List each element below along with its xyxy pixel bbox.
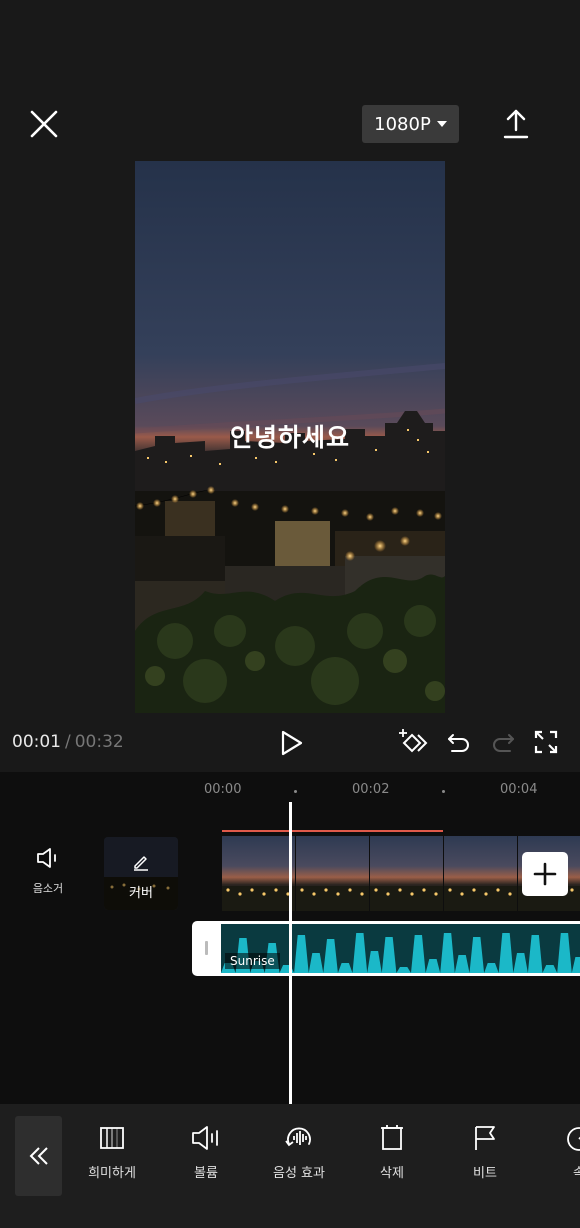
- delete-icon: [381, 1125, 403, 1150]
- caption-text[interactable]: 안녕하세요: [135, 418, 445, 454]
- caret-down-icon: [436, 121, 447, 127]
- mute-label: 음소거: [32, 882, 64, 895]
- video-frame: [370, 836, 443, 911]
- tool-label: 속: [573, 1166, 580, 1181]
- audio-name: Sunrise: [225, 953, 280, 969]
- play-icon: [281, 730, 303, 756]
- playhead[interactable]: [289, 802, 292, 1104]
- timeline-tick: 00:00: [204, 782, 242, 797]
- play-button[interactable]: [279, 729, 305, 757]
- undo-icon: [448, 734, 469, 752]
- tool-label: 음성 효과: [273, 1166, 325, 1181]
- fullscreen-icon: [534, 730, 558, 754]
- add-clip-button[interactable]: [522, 852, 568, 896]
- keyframe-add-icon: [399, 729, 428, 753]
- timeline-tick: 00:02: [352, 782, 390, 797]
- beat-flag-icon: [475, 1126, 495, 1150]
- tool-label: 비트: [473, 1166, 497, 1181]
- video-frame: [222, 836, 295, 911]
- audio-clip: Sunrise: [221, 924, 580, 973]
- timeline-tick: 00:04: [500, 782, 538, 797]
- total-time: 00:32: [74, 732, 124, 752]
- tool-label: 삭제: [380, 1166, 404, 1181]
- audio-track[interactable]: Sunrise: [192, 921, 580, 976]
- tool-speed[interactable]: 속: [539, 1124, 580, 1181]
- audio-trim-handle[interactable]: [205, 941, 208, 955]
- upload-icon: [503, 109, 529, 139]
- volume-icon: [192, 1126, 218, 1150]
- cover-button[interactable]: 커버: [104, 837, 178, 910]
- timeline-tick-dot: [294, 790, 297, 793]
- redo-button[interactable]: [490, 730, 516, 756]
- close-icon: [30, 110, 58, 138]
- trim-indicator-line: [222, 830, 443, 832]
- keyframe-button[interactable]: [397, 728, 429, 758]
- time-separator: /: [65, 732, 71, 752]
- close-button[interactable]: [28, 108, 60, 140]
- undo-button[interactable]: [446, 730, 472, 756]
- collapse-toolbar-button[interactable]: [15, 1116, 62, 1196]
- timeline-tick-dot: [442, 790, 445, 793]
- tool-voice-effect[interactable]: 음성 효과: [259, 1124, 339, 1181]
- redo-icon: [493, 734, 514, 752]
- tool-beat[interactable]: 비트: [445, 1124, 525, 1181]
- tool-label: 희미하게: [88, 1166, 136, 1181]
- tool-volume[interactable]: 볼륨: [166, 1124, 246, 1181]
- time-display: 00:01/00:32: [12, 732, 124, 752]
- double-chevron-left-icon: [29, 1147, 48, 1165]
- plus-icon: [533, 862, 557, 886]
- mute-button[interactable]: 음소거: [26, 846, 70, 896]
- tool-fade[interactable]: 희미하게: [72, 1124, 152, 1181]
- voice-effect-icon: [285, 1127, 311, 1147]
- speed-icon: [567, 1127, 580, 1151]
- fullscreen-button[interactable]: [534, 730, 558, 754]
- fade-icon: [100, 1127, 124, 1149]
- current-time: 00:01: [12, 732, 61, 752]
- video-frame: [296, 836, 369, 911]
- video-frame: [444, 836, 517, 911]
- export-button[interactable]: [500, 106, 532, 142]
- speaker-icon: [37, 848, 56, 868]
- pencil-icon: [134, 856, 148, 871]
- resolution-dropdown[interactable]: 1080P: [362, 105, 459, 143]
- resolution-label: 1080P: [374, 113, 431, 135]
- tool-delete[interactable]: 삭제: [352, 1124, 432, 1181]
- cover-label: 커버: [129, 886, 153, 901]
- tool-label: 볼륨: [194, 1166, 218, 1181]
